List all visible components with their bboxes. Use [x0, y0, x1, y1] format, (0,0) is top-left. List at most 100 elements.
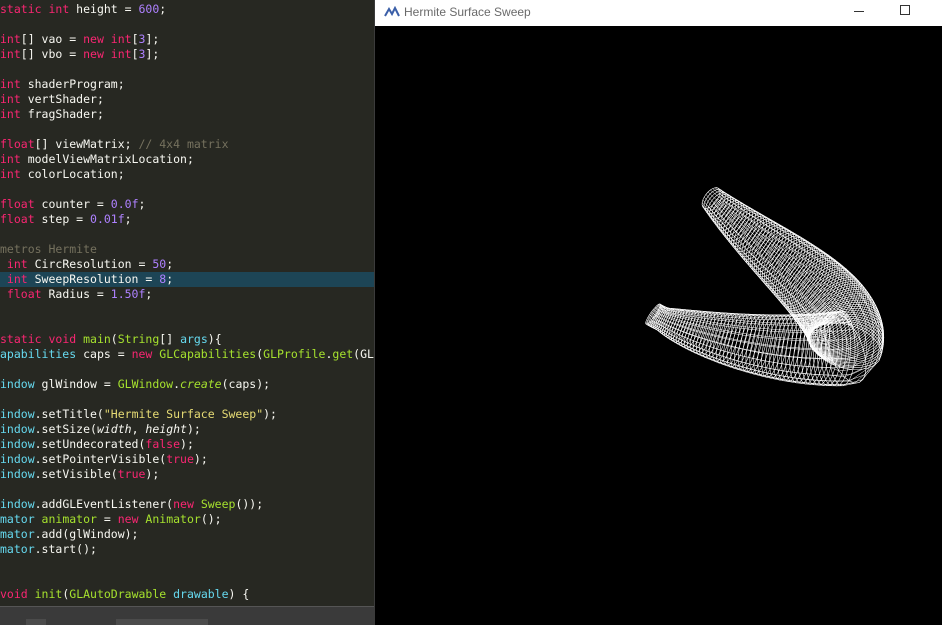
code-line[interactable]: int CircResolution = 50; — [0, 257, 374, 272]
code-token: 800 — [132, 0, 153, 1]
code-line[interactable]: static int height = 600; — [0, 2, 374, 17]
code-line[interactable] — [0, 362, 374, 377]
code-line[interactable]: indow.setTitle("Hermite Surface Sweep"); — [0, 407, 374, 422]
code-line[interactable]: int[] vbo = new int[3]; — [0, 47, 374, 62]
maximize-button[interactable] — [891, 0, 919, 24]
code-line[interactable] — [0, 122, 374, 137]
code-line[interactable] — [0, 17, 374, 32]
code-token: int — [0, 272, 35, 286]
code-line[interactable]: mator.add(glWindow); — [0, 527, 374, 542]
code-token: shaderProgram; — [27, 77, 125, 91]
code-token: height — [145, 422, 187, 436]
code-line[interactable]: int[] vao = new int[3]; — [0, 32, 374, 47]
code-editor[interactable]: static int width = 800;static int height… — [0, 0, 374, 625]
code-line[interactable]: indow.setSize(width, height); — [0, 422, 374, 437]
code-token: ); — [145, 467, 160, 481]
minimize-icon — [854, 11, 864, 12]
code-token: new — [117, 512, 146, 526]
code-line[interactable] — [0, 482, 374, 497]
code-line[interactable]: mator animator = new Animator(); — [0, 512, 374, 527]
code-token: ( — [110, 332, 118, 346]
code-token: width — [96, 422, 132, 436]
code-token: ; — [166, 272, 174, 286]
title-bar[interactable]: Hermite Surface Sweep — [375, 0, 942, 26]
code-token: SweepResolution = — [34, 272, 160, 286]
code-line[interactable]: float step = 0.01f; — [0, 212, 374, 227]
code-token: mator — [0, 527, 35, 541]
code-line[interactable] — [0, 302, 374, 317]
code-line[interactable] — [0, 182, 374, 197]
code-token: .add(glWindow); — [34, 527, 139, 541]
code-token: , — [131, 422, 146, 436]
taskbar-item[interactable] — [26, 619, 46, 625]
code-line[interactable]: static void main(String[] args){ — [0, 332, 374, 347]
code-token: mator — [0, 512, 42, 526]
code-token: [] — [159, 332, 181, 346]
code-line[interactable]: float Radius = 1.50f; — [0, 287, 374, 302]
code-line[interactable]: indow glWindow = GLWindow.create(caps); — [0, 377, 374, 392]
code-line[interactable] — [0, 557, 374, 572]
code-token: vertShader; — [27, 92, 104, 106]
code-token: .addGLEventListener( — [34, 497, 174, 511]
code-line[interactable]: void init(GLAutoDrawable drawable) { — [0, 587, 374, 602]
code-token: step = — [41, 212, 91, 226]
code-token: true — [166, 452, 194, 466]
code-token: ()); — [235, 497, 264, 511]
code-line[interactable] — [0, 392, 374, 407]
code-token: float — [0, 287, 49, 301]
code-token: indow — [0, 467, 35, 481]
code-token: ); — [263, 407, 277, 421]
code-line[interactable]: int colorLocation; — [0, 167, 374, 182]
code-token: [] viewMatrix; — [34, 137, 139, 151]
code-token: new — [83, 47, 111, 61]
code-line[interactable] — [0, 572, 374, 587]
code-token: int — [110, 47, 132, 61]
code-token: float — [0, 212, 42, 226]
code-token: GLCapabilities — [159, 347, 257, 361]
code-token: // 4x4 matrix — [138, 137, 229, 151]
code-token: drawable — [173, 587, 229, 601]
code-token: String — [117, 332, 160, 346]
taskbar-item[interactable] — [116, 619, 208, 625]
code-line[interactable]: mator.start(); — [0, 542, 374, 557]
code-line[interactable]: indow.setUndecorated(false); — [0, 437, 374, 452]
code-line[interactable]: apabilities caps = new GLCapabilities (GL… — [0, 347, 374, 362]
code-line[interactable] — [0, 317, 374, 332]
code-token: = — [103, 512, 118, 526]
code-line[interactable]: int shaderProgram; — [0, 77, 374, 92]
code-token: args — [180, 332, 208, 346]
code-line[interactable] — [0, 62, 374, 77]
app-window: Hermite Surface Sweep — [375, 0, 942, 625]
code-token: main — [83, 332, 111, 346]
code-token: GLAutoDrawable — [69, 587, 174, 601]
code-token: ); — [180, 437, 194, 451]
code-line[interactable]: float[] viewMatrix; // 4x4 matrix — [0, 137, 374, 152]
code-token: "Hermite Surface Sweep" — [103, 407, 264, 421]
code-line[interactable]: indow.addGLEventListener(new Sweep()); — [0, 497, 374, 512]
code-token: float — [0, 197, 42, 211]
code-token: get — [332, 347, 354, 361]
code-line[interactable]: indow.setVisible(true); — [0, 467, 374, 482]
code-token: ]; — [145, 47, 160, 61]
code-line[interactable]: float counter = 0.0f; — [0, 197, 374, 212]
code-line[interactable]: indow.setPointerVisible(true); — [0, 452, 374, 467]
gl-canvas[interactable] — [375, 26, 942, 625]
code-token: Sweep — [200, 497, 236, 511]
code-token: Radius = — [48, 287, 111, 301]
code-line[interactable] — [0, 227, 374, 242]
code-token: int — [110, 32, 132, 46]
code-line[interactable]: metros Hermite — [0, 242, 374, 257]
code-token: int — [0, 32, 21, 46]
editor-status-bar — [0, 606, 374, 625]
code-token: indow — [0, 437, 35, 451]
code-line[interactable]: int fragShader; — [0, 107, 374, 122]
minimize-button[interactable] — [845, 0, 873, 24]
code-token: true — [117, 467, 146, 481]
code-token: .setTitle( — [34, 407, 104, 421]
code-token: 1.50f — [110, 287, 146, 301]
code-token: 50 — [152, 257, 167, 271]
code-line[interactable]: int modelViewMatrixLocation; — [0, 152, 374, 167]
code-line[interactable]: int vertShader; — [0, 92, 374, 107]
code-line[interactable]: int SweepResolution = 8; — [0, 272, 374, 287]
code-token: [] vbo = — [20, 47, 84, 61]
